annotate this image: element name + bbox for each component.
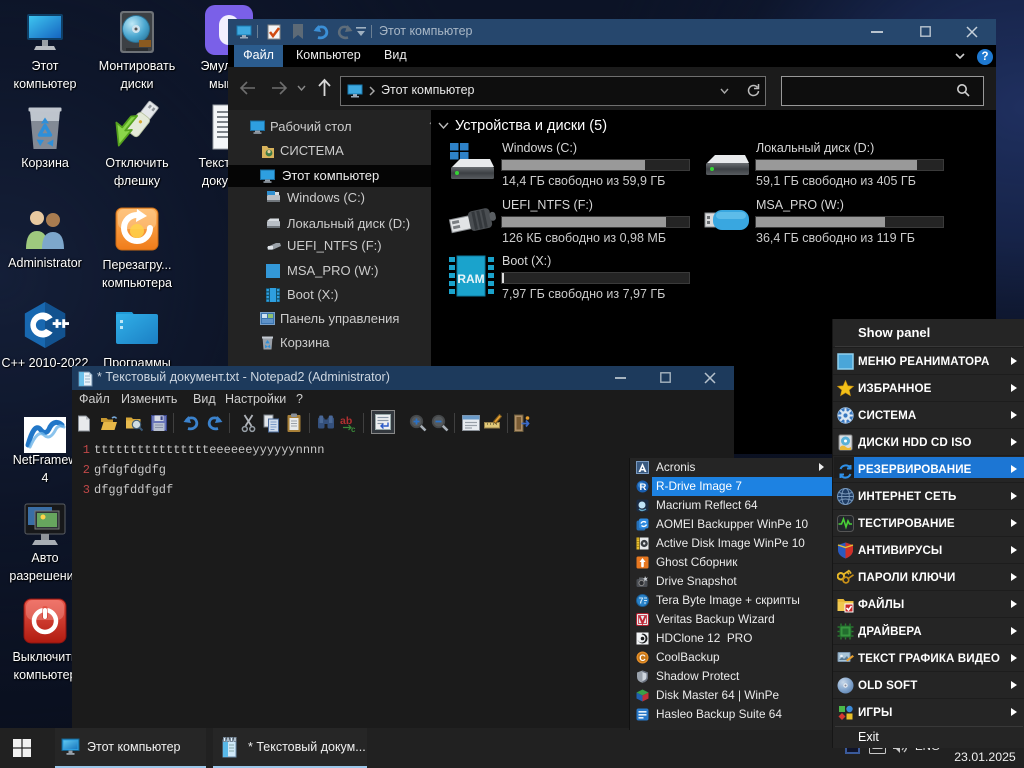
svg-text:RAM: RAM xyxy=(457,272,484,286)
svg-text:R: R xyxy=(640,482,647,493)
svg-text:c: c xyxy=(351,425,356,433)
svg-text:7: 7 xyxy=(639,596,644,606)
svg-text:C: C xyxy=(639,653,646,663)
